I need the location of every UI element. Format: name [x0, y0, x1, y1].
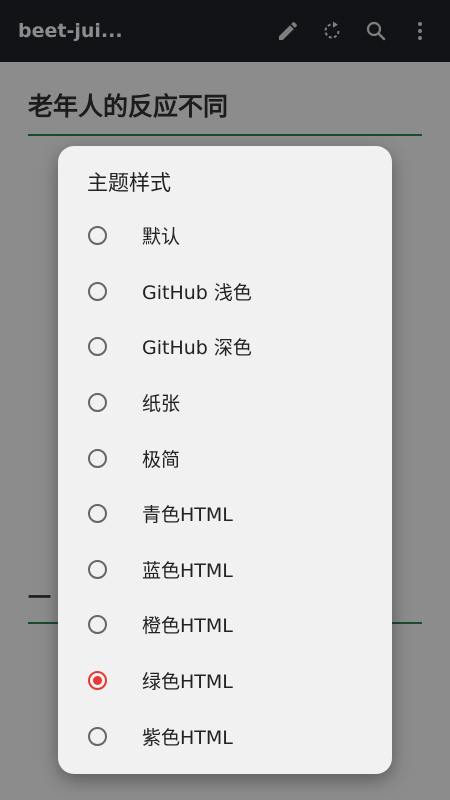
radio-button[interactable]: [88, 504, 107, 524]
theme-option[interactable]: 默认: [58, 208, 392, 264]
theme-option-label: 紫色HTML: [142, 726, 233, 749]
theme-option[interactable]: 紫色HTML: [58, 708, 392, 764]
radio-button[interactable]: [88, 726, 107, 746]
radio-button[interactable]: [88, 559, 107, 579]
theme-option[interactable]: 橙色HTML: [58, 597, 392, 653]
radio-button[interactable]: [88, 281, 107, 301]
radio-button[interactable]: [88, 671, 107, 691]
theme-option-label: 绿色HTML: [142, 671, 233, 694]
radio-button[interactable]: [88, 448, 107, 468]
theme-option-label: 极简: [142, 448, 181, 471]
radio-button[interactable]: [88, 615, 107, 635]
theme-option[interactable]: 纸张: [58, 375, 392, 431]
theme-option-label: GitHub 浅色: [142, 281, 252, 304]
theme-option[interactable]: 极简: [58, 430, 392, 486]
theme-option-label: 青色HTML: [142, 504, 233, 527]
theme-option[interactable]: 蓝色HTML: [58, 542, 392, 598]
theme-option[interactable]: 绿色HTML: [58, 653, 392, 709]
theme-option[interactable]: 青色HTML: [58, 486, 392, 542]
theme-option-label: 默认: [142, 226, 181, 249]
radio-button[interactable]: [88, 393, 107, 413]
theme-option-label: GitHub 深色: [142, 337, 252, 360]
theme-option-label: 橙色HTML: [142, 615, 233, 638]
radio-button[interactable]: [88, 226, 107, 246]
theme-option-label: 纸张: [142, 393, 181, 416]
dialog-title: 主题样式: [87, 171, 171, 195]
theme-option[interactable]: GitHub 浅色: [58, 264, 392, 320]
theme-style-dialog: 主题样式 默认 GitHub 浅色 GitHub 深色 纸张极简青色HTML 蓝色HTM…: [58, 146, 392, 774]
radio-button[interactable]: [88, 337, 107, 357]
theme-option-label: 蓝色HTML: [142, 559, 233, 582]
theme-options-list: 默认 GitHub 浅色 GitHub 深色 纸张极简青色HTML 蓝色HTML 橙色HT…: [58, 208, 392, 764]
theme-option[interactable]: GitHub 深色: [58, 319, 392, 375]
